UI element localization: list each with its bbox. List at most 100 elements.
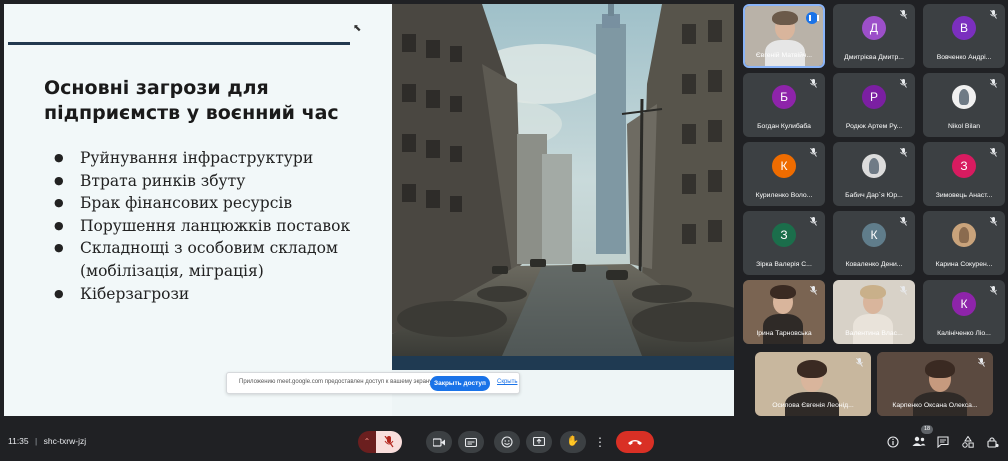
slide-bullet-item: Кіберзагрози xyxy=(54,283,374,306)
participant-name: Карпенко Оксана Олекса... xyxy=(892,402,978,409)
mic-muted-icon xyxy=(809,216,817,226)
participant-tile[interactable]: Карпенко Оксана Олекса... xyxy=(877,352,993,416)
microphone-off-button[interactable] xyxy=(376,431,402,453)
hand-icon: ✋ xyxy=(566,436,580,447)
slide-bullet-item: Брак фінансових ресурсів xyxy=(54,192,374,215)
avatar-photo-figure xyxy=(959,89,969,105)
participant-hair xyxy=(860,285,886,299)
participant-avatar-photo xyxy=(862,154,886,178)
slide-image-ruined-city xyxy=(392,4,734,356)
mic-muted-icon xyxy=(989,147,997,157)
participant-name: Nikol Bilan xyxy=(947,123,981,130)
participant-tile[interactable]: Євгеній Матвійч... xyxy=(743,4,825,68)
participant-name: Куриленко Воло... xyxy=(755,192,813,199)
participant-avatar: З xyxy=(772,223,796,247)
participant-name: Дмитрієва Дмитр... xyxy=(844,54,904,61)
meeting-details-button[interactable] xyxy=(887,436,899,448)
mic-muted-icon xyxy=(989,285,997,295)
participant-name: Валентина Влас... xyxy=(845,330,903,337)
participant-name: Зірка Валерія С... xyxy=(756,261,812,268)
participant-tile[interactable]: К Калініченко Ліо... xyxy=(923,280,1005,344)
present-screen-button[interactable] xyxy=(526,431,552,453)
participant-tile[interactable]: З Зірка Валерія С... xyxy=(743,211,825,275)
mic-muted-icon xyxy=(809,78,817,88)
participant-tile[interactable]: Осипова Євгенія Леонід... xyxy=(755,352,871,416)
mic-muted-icon xyxy=(899,285,907,295)
avatar-photo-figure xyxy=(869,158,879,174)
participant-name: Коваленко Дени... xyxy=(845,261,903,268)
activities-button[interactable] xyxy=(962,435,974,448)
participant-avatar: К xyxy=(952,292,976,316)
meeting-time: 11:35 xyxy=(8,436,29,446)
participant-hair xyxy=(772,11,798,25)
participant-tile[interactable]: Б Богдан Кулибаба xyxy=(743,73,825,137)
people-icon xyxy=(912,436,926,446)
participant-avatar: К xyxy=(862,223,886,247)
mic-muted-icon xyxy=(899,78,907,88)
participant-name: Євгеній Матвійч... xyxy=(755,52,813,59)
people-button[interactable] xyxy=(912,436,926,448)
participant-avatar: Р xyxy=(862,85,886,109)
more-vertical-icon: ⋮ xyxy=(594,435,606,449)
slide-footer-strip xyxy=(392,356,734,370)
participant-name: Зимовець Анаст... xyxy=(935,192,993,199)
participant-name: Карина Сокурен... xyxy=(935,261,993,268)
participant-tile[interactable]: К Коваленко Дени... xyxy=(833,211,915,275)
stop-sharing-button[interactable]: Закрыть доступ xyxy=(430,376,490,391)
participant-avatar-photo xyxy=(952,223,976,247)
lock-person-icon xyxy=(987,437,999,448)
chat-button[interactable] xyxy=(937,436,949,449)
host-controls-button[interactable] xyxy=(987,436,999,448)
participant-tile[interactable]: Ірина Тарновська xyxy=(743,280,825,344)
captions-button[interactable] xyxy=(458,431,484,453)
participant-tile[interactable]: К Куриленко Воло... xyxy=(743,142,825,206)
slide-bullet-item: Порушення ланцюжків поставок xyxy=(54,215,374,238)
emoji-button[interactable] xyxy=(494,431,520,453)
participant-avatar-photo xyxy=(952,85,976,109)
participant-tile[interactable]: Д Дмитрієва Дмитр... xyxy=(833,4,915,68)
slide-rule xyxy=(8,42,350,45)
participant-tile[interactable]: Nikol Bilan xyxy=(923,73,1005,137)
participant-tile[interactable]: В Вовченко Андрі... xyxy=(923,4,1005,68)
mic-muted-icon xyxy=(855,357,863,367)
control-bar: 11:35 | shc-txrw-jzj ⌃ ✋ ⋮ xyxy=(0,424,1008,461)
participant-hair xyxy=(925,360,955,378)
participant-name: Ірина Тарновська xyxy=(756,330,812,337)
activities-shapes-icon xyxy=(962,435,974,448)
participant-tile[interactable]: Бабич Дар`я Юр... xyxy=(833,142,915,206)
participant-avatar: В xyxy=(952,16,976,40)
participant-avatar: Д xyxy=(862,16,886,40)
participant-avatar: Б xyxy=(772,85,796,109)
mic-muted-icon xyxy=(899,9,907,19)
participant-hair xyxy=(770,285,796,299)
participant-name: Бабич Дар`я Юр... xyxy=(845,192,903,199)
participant-name: Родюк Артем Ру... xyxy=(845,123,903,130)
screen-share-notice: Приложению meet.google.com предоставлен … xyxy=(226,372,520,394)
mic-muted-icon xyxy=(809,147,817,157)
slide-bullet-item: Складнощі з особовим складом (мобілізаці… xyxy=(54,237,374,282)
participant-hair xyxy=(797,360,827,378)
participant-tile[interactable]: Р Родюк Артем Ру... xyxy=(833,73,915,137)
end-call-icon xyxy=(628,440,642,445)
more-options-button[interactable]: ⋮ xyxy=(590,431,610,453)
audio-options-chevron-icon[interactable]: ⌃ xyxy=(358,431,376,453)
hide-notice-link[interactable]: Скрыть xyxy=(497,379,517,385)
avatar-photo-figure xyxy=(959,227,969,243)
mic-muted-icon xyxy=(977,357,985,367)
leave-call-button[interactable] xyxy=(616,431,654,453)
share-notice-text: Приложению meet.google.com предоставлен … xyxy=(239,379,434,385)
info-icon xyxy=(887,436,899,448)
mouse-cursor-icon: ⬉ xyxy=(353,23,362,34)
participant-tile[interactable]: З Зимовець Анаст... xyxy=(923,142,1005,206)
camera-button[interactable] xyxy=(426,431,452,453)
mic-muted-icon xyxy=(899,147,907,157)
slide-bullet-item: Втрата ринків збуту xyxy=(54,170,374,193)
participant-tile[interactable]: Валентина Влас... xyxy=(833,280,915,344)
raise-hand-button[interactable]: ✋ xyxy=(560,431,586,453)
meeting-info: 11:35 | shc-txrw-jzj xyxy=(8,436,86,446)
participant-tile[interactable]: Карина Сокурен... xyxy=(923,211,1005,275)
participant-name: Осипова Євгенія Леонід... xyxy=(772,402,854,409)
mic-off-icon xyxy=(384,435,394,448)
meeting-code[interactable]: shc-txrw-jzj xyxy=(44,436,87,446)
participant-avatar: З xyxy=(952,154,976,178)
